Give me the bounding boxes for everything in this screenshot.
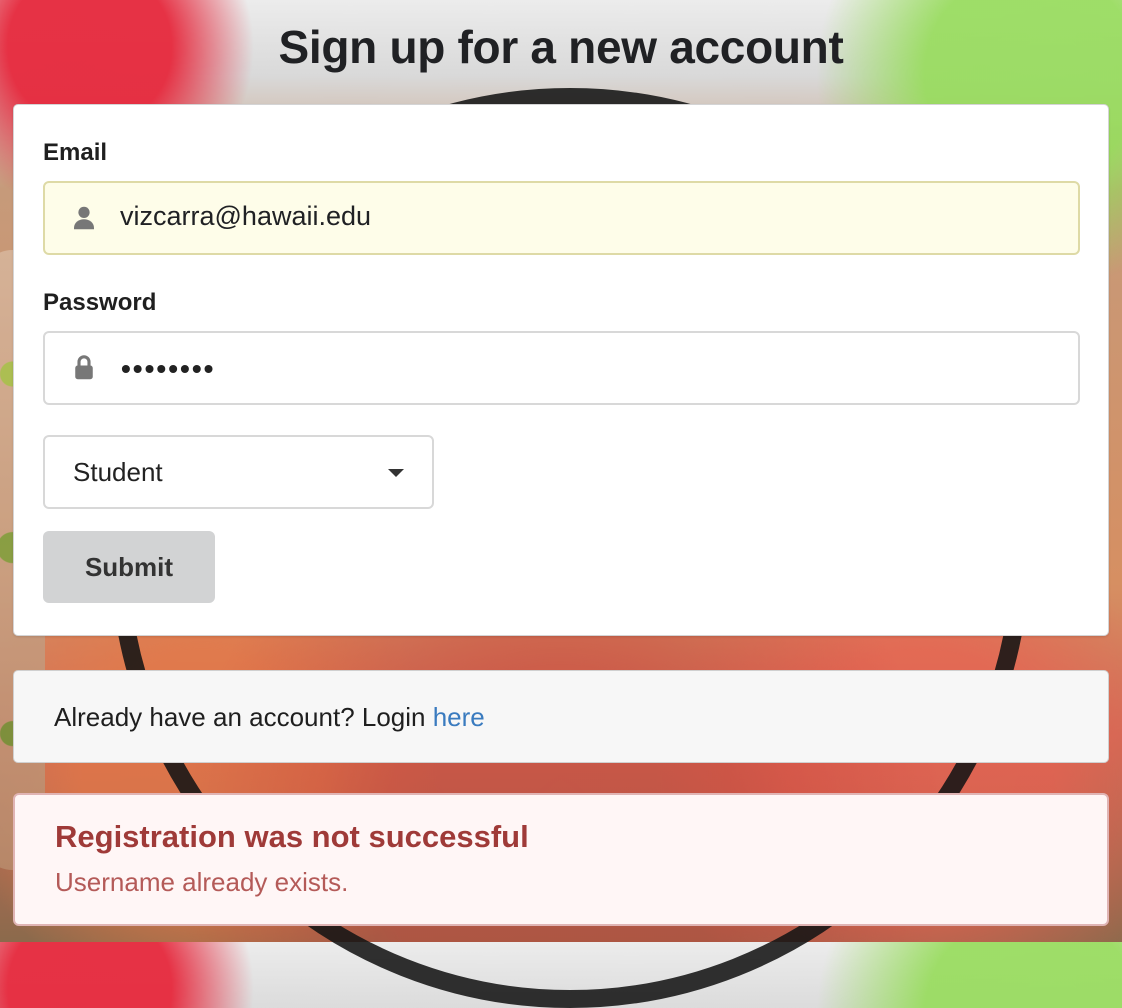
role-selected-value: Student — [73, 457, 163, 487]
password-label: Password — [43, 289, 157, 316]
error-description: Username already exists. — [55, 867, 349, 897]
email-field[interactable]: vizcarra@hawaii.edu — [43, 181, 1080, 255]
role-select[interactable]: Student — [43, 435, 434, 509]
chevron-down-icon — [388, 469, 404, 477]
error-message-box: Registration was not successful Username… — [13, 793, 1109, 926]
user-icon — [74, 206, 94, 230]
login-prompt-text: Already have an account? Login — [54, 702, 433, 732]
login-link[interactable]: here — [433, 702, 485, 732]
lock-icon — [75, 355, 93, 380]
error-title: Registration was not successful — [55, 819, 529, 854]
password-value: •••••••• — [121, 353, 216, 384]
submit-button[interactable]: Submit — [43, 531, 215, 603]
password-field[interactable]: •••••••• — [43, 331, 1080, 405]
email-label: Email — [43, 139, 108, 166]
email-value: vizcarra@hawaii.edu — [120, 201, 372, 231]
login-prompt: Already have an account? Login here — [54, 702, 485, 733]
signup-form-card: Email vizcarra@hawaii.edu Password •••••… — [13, 104, 1109, 636]
login-prompt-box: Already have an account? Login here — [13, 670, 1109, 763]
page-title: Sign up for a new account — [278, 21, 844, 73]
